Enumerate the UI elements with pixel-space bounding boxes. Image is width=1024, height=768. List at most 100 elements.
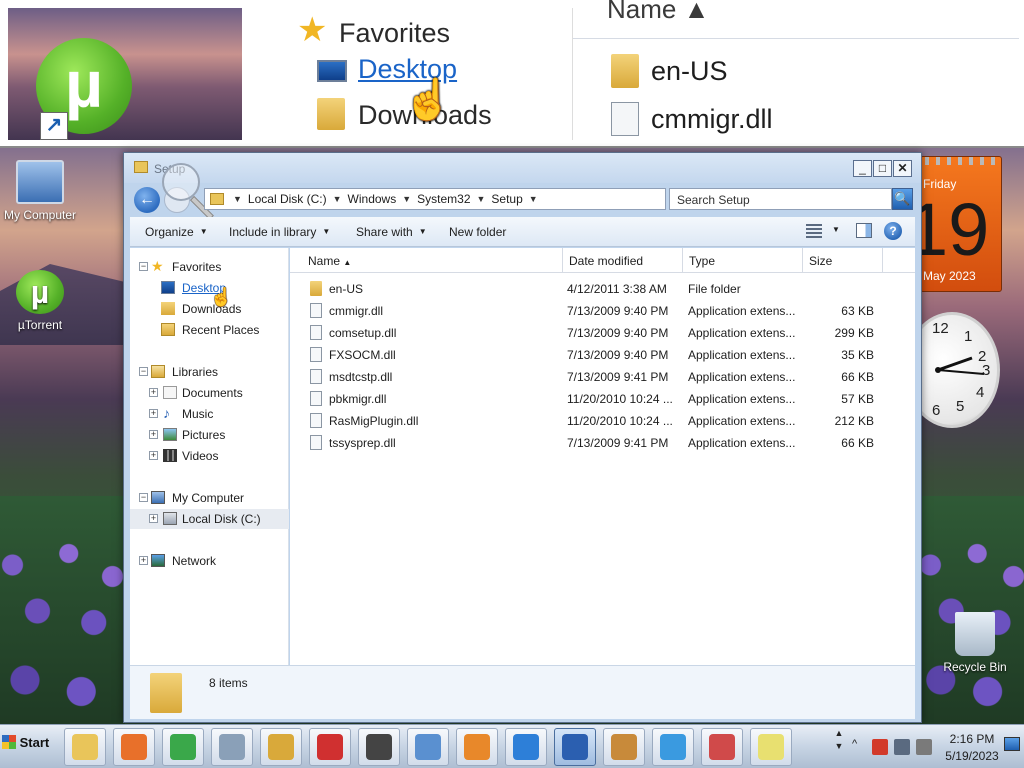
view-options-dropdown[interactable]: ▼ bbox=[832, 225, 840, 234]
taskbar-app-snipping-tool[interactable] bbox=[701, 728, 743, 766]
volume-muted-icon[interactable] bbox=[916, 739, 932, 755]
action-center-icon[interactable] bbox=[872, 739, 888, 755]
collapse-icon[interactable]: − bbox=[139, 493, 148, 502]
show-hidden-icons-button[interactable]: ^ bbox=[852, 738, 857, 750]
file-type: Application extens... bbox=[688, 436, 796, 450]
calendar-gadget[interactable]: Friday 19 May 2023 bbox=[920, 156, 1002, 292]
expand-icon[interactable]: + bbox=[149, 451, 158, 460]
maximize-button[interactable]: □ bbox=[873, 160, 892, 177]
show-desktop-button[interactable] bbox=[1004, 737, 1020, 751]
column-header-name[interactable]: Name ▲ bbox=[290, 248, 563, 273]
taskbar-app-remote-desktop[interactable] bbox=[554, 728, 596, 766]
chevron-right-icon[interactable]: ▼ bbox=[400, 192, 413, 206]
nav-recent-places[interactable]: Recent Places bbox=[130, 320, 289, 340]
nav-libraries[interactable]: − Libraries bbox=[130, 362, 289, 382]
file-row[interactable]: cmmigr.dll 7/13/2009 9:40 PM Application… bbox=[290, 300, 890, 322]
breadcrumb: ▼ Local Disk (C:) ▼ Windows ▼ System32 ▼… bbox=[231, 192, 540, 206]
taskbar-app-solitaire-king[interactable] bbox=[260, 728, 302, 766]
taskbar-app-hearts[interactable] bbox=[309, 728, 351, 766]
taskbar-app-firefox[interactable] bbox=[113, 728, 155, 766]
help-icon[interactable]: ? bbox=[884, 222, 902, 240]
file-row[interactable]: msdtcstp.dll 7/13/2009 9:41 PM Applicati… bbox=[290, 366, 890, 388]
share-with-button[interactable]: Share with ▼ bbox=[356, 225, 427, 239]
breadcrumb-windows[interactable]: Windows bbox=[344, 192, 401, 206]
taskbar-app-spider[interactable] bbox=[358, 728, 400, 766]
breadcrumb-local-disk[interactable]: Local Disk (C:) bbox=[244, 192, 331, 206]
collapse-icon[interactable]: − bbox=[139, 367, 148, 376]
file-row[interactable]: tssysprep.dll 7/13/2009 9:41 PM Applicat… bbox=[290, 432, 890, 454]
folder-icon bbox=[134, 161, 148, 173]
clock-date[interactable]: 5/19/2023 bbox=[942, 749, 1002, 763]
organize-button[interactable]: Organize ▼ bbox=[145, 225, 208, 239]
search-button[interactable]: 🔍 bbox=[892, 188, 913, 210]
expand-icon[interactable]: + bbox=[149, 514, 158, 523]
status-bar: 8 items bbox=[130, 665, 915, 719]
nav-network[interactable]: + Network bbox=[130, 551, 289, 571]
expand-icon[interactable]: + bbox=[149, 430, 158, 439]
nav-videos[interactable]: + Videos bbox=[130, 446, 289, 466]
nav-music[interactable]: + ♪ Music bbox=[130, 404, 289, 424]
start-button[interactable]: Start bbox=[2, 735, 54, 759]
taskbar-app-chrome[interactable] bbox=[162, 728, 204, 766]
taskbar-app-control-panel[interactable] bbox=[407, 728, 449, 766]
expand-icon[interactable]: + bbox=[149, 388, 158, 397]
file-row[interactable]: comsetup.dll 7/13/2009 9:40 PM Applicati… bbox=[290, 322, 890, 344]
taskbar-app-calculator[interactable] bbox=[211, 728, 253, 766]
taskbar-app-paint[interactable] bbox=[603, 728, 645, 766]
nav-pictures[interactable]: + Pictures bbox=[130, 425, 289, 445]
breadcrumb-system32[interactable]: System32 bbox=[413, 192, 474, 206]
nav-documents[interactable]: + Documents bbox=[130, 383, 289, 403]
nav-local-disk[interactable]: + Local Disk (C:) bbox=[130, 509, 289, 529]
file-name: cmmigr.dll bbox=[329, 304, 384, 318]
taskbar-app-explorer[interactable] bbox=[64, 728, 106, 766]
new-folder-button[interactable]: New folder bbox=[449, 225, 506, 239]
collapse-icon[interactable]: − bbox=[139, 262, 148, 271]
desktop-icon-utorrent[interactable]: µ µTorrent bbox=[0, 270, 80, 332]
preview-pane-icon[interactable] bbox=[856, 223, 872, 238]
back-button[interactable]: ← bbox=[134, 187, 160, 213]
nav-my-computer[interactable]: − My Computer bbox=[130, 488, 289, 508]
file-row[interactable]: en-US 4/12/2011 3:38 AM File folder bbox=[290, 278, 890, 300]
desktop-icon-recycle-bin[interactable]: Recycle Bin bbox=[935, 612, 1015, 674]
chevron-right-icon[interactable]: ▼ bbox=[231, 192, 244, 206]
libraries-icon bbox=[151, 365, 165, 378]
desktop-icon-my-computer[interactable]: My Computer bbox=[0, 160, 80, 222]
chevron-right-icon[interactable]: ▼ bbox=[475, 192, 488, 206]
taskbar-scroll[interactable]: ▲ ▼ bbox=[832, 727, 846, 767]
dll-file-icon bbox=[310, 347, 322, 362]
network-icon[interactable] bbox=[894, 739, 910, 755]
minimize-button[interactable]: _ bbox=[853, 160, 872, 177]
file-row[interactable]: pbkmigr.dll 11/20/2010 10:24 ... Applica… bbox=[290, 388, 890, 410]
start-label: Start bbox=[19, 735, 50, 750]
taskbar-app-telegram[interactable] bbox=[652, 728, 694, 766]
breadcrumb-setup[interactable]: Setup bbox=[487, 192, 526, 206]
taskbar-app-sticky-notes[interactable] bbox=[750, 728, 792, 766]
column-header-type[interactable]: Type bbox=[683, 248, 803, 273]
column-header-date[interactable]: Date modified bbox=[563, 248, 683, 273]
dll-file-icon bbox=[310, 391, 322, 406]
chevron-right-icon[interactable]: ▼ bbox=[527, 192, 540, 206]
include-in-library-button[interactable]: Include in library ▼ bbox=[229, 225, 330, 239]
change-view-icon[interactable] bbox=[806, 224, 822, 238]
close-button[interactable]: ✕ bbox=[893, 160, 912, 177]
title-bar[interactable]: Setup _ □ ✕ bbox=[124, 153, 921, 183]
clock-time[interactable]: 2:16 PM bbox=[942, 732, 1002, 746]
chevron-right-icon[interactable]: ▼ bbox=[331, 192, 344, 206]
calendar-month: May 2023 bbox=[923, 269, 976, 283]
local-disk-icon bbox=[163, 512, 177, 525]
expand-icon[interactable]: + bbox=[149, 409, 158, 418]
nav-downloads[interactable]: Downloads bbox=[130, 299, 289, 319]
file-row[interactable]: RasMigPlugin.dll 11/20/2010 10:24 ... Ap… bbox=[290, 410, 890, 432]
address-bar[interactable]: ▼ Local Disk (C:) ▼ Windows ▼ System32 ▼… bbox=[204, 188, 745, 210]
expand-icon[interactable]: + bbox=[139, 556, 148, 565]
search-input[interactable]: Search Setup bbox=[669, 188, 892, 210]
file-list-pane: Name ▲ Date modified Type Size en-US 4/1… bbox=[290, 248, 915, 665]
column-header-size[interactable]: Size bbox=[803, 248, 883, 273]
sort-ascending-icon: ▲ bbox=[343, 258, 352, 267]
dll-file-icon bbox=[310, 369, 322, 384]
taskbar-app-internet-explorer[interactable] bbox=[505, 728, 547, 766]
nav-favorites[interactable]: − ★ Favorites bbox=[130, 257, 289, 277]
documents-icon bbox=[163, 386, 177, 399]
taskbar-app-media-player[interactable] bbox=[456, 728, 498, 766]
file-row[interactable]: FXSOCM.dll 7/13/2009 9:40 PM Application… bbox=[290, 344, 890, 366]
